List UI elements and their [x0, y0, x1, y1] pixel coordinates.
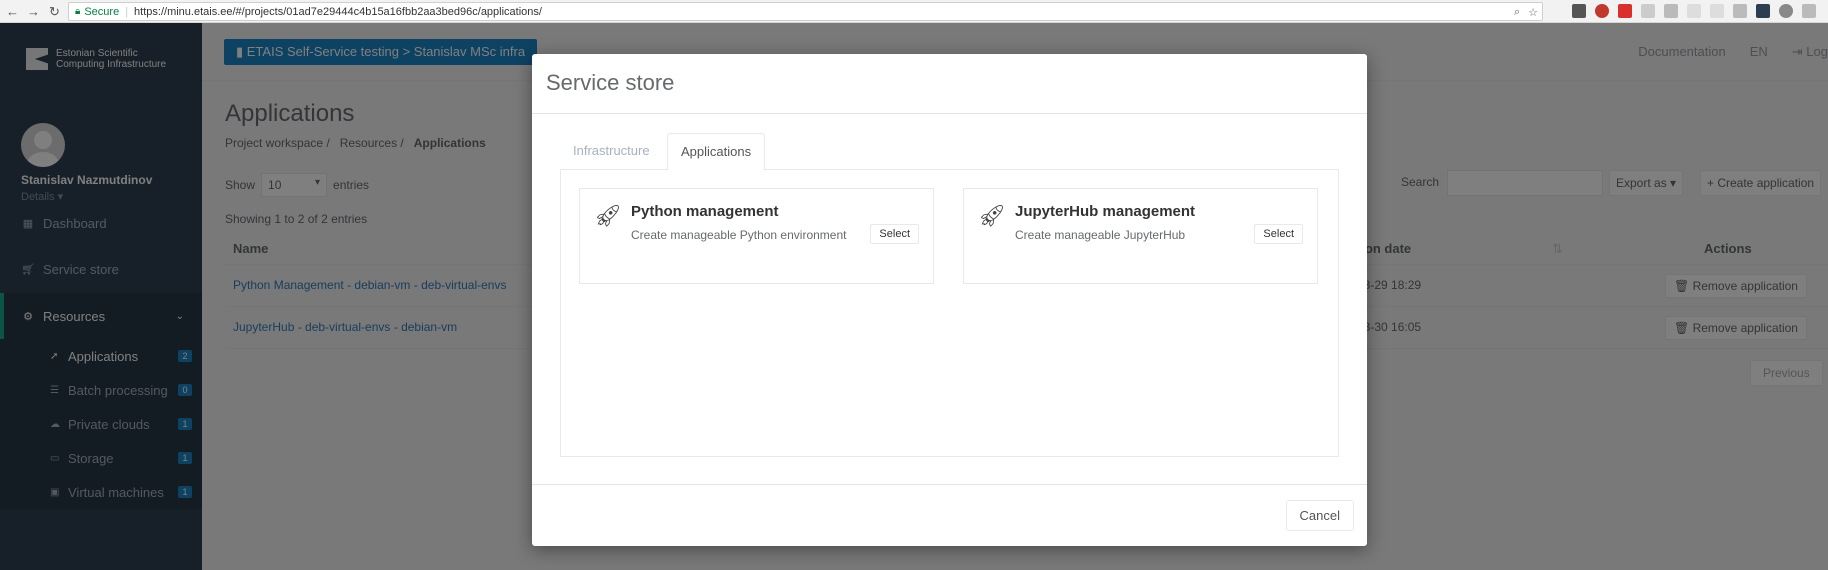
tab-applications[interactable]: Applications: [667, 133, 766, 171]
card-title: JupyterHub management: [1015, 203, 1196, 220]
modal-footer: Cancel: [532, 484, 1367, 546]
extension-icon[interactable]: [1802, 4, 1816, 18]
extension-icon[interactable]: [1710, 4, 1724, 18]
service-store-modal: Service store Infrastructure Application…: [532, 54, 1367, 546]
extension-icon[interactable]: [1733, 4, 1747, 18]
extension-icon[interactable]: [1779, 4, 1793, 18]
forward-arrow-icon[interactable]: →: [25, 3, 42, 20]
star-icon[interactable]: ☆: [1528, 6, 1538, 19]
extension-icon[interactable]: [1595, 4, 1609, 18]
address-bar[interactable]: 🔒︎ Secure | https://minu.etais.ee/#/proj…: [68, 2, 1543, 21]
tab-infrastructure[interactable]: Infrastructure: [560, 133, 663, 170]
card-description: Create manageable JupyterHub: [1015, 228, 1186, 242]
url-separator: |: [125, 5, 129, 18]
service-card-jupyterhub: 🚀︎ JupyterHub management Create manageab…: [963, 188, 1318, 284]
reload-icon[interactable]: ↻: [46, 3, 63, 20]
lock-icon: 🔒︎: [75, 6, 81, 17]
extension-icon[interactable]: [1641, 4, 1655, 18]
extension-icon[interactable]: [1664, 4, 1678, 18]
select-button[interactable]: Select: [1254, 224, 1303, 244]
back-arrow-icon[interactable]: ←: [4, 3, 21, 20]
browser-toolbar: ← → ↻ 🔒︎ Secure | https://minu.etais.ee/…: [0, 0, 1828, 23]
card-title: Python management: [631, 203, 779, 220]
extension-icon[interactable]: [1756, 4, 1770, 18]
select-button[interactable]: Select: [870, 224, 919, 244]
url-text: https://minu.etais.ee/#/projects/01ad7e2…: [134, 5, 542, 18]
card-description: Create manageable Python environment: [631, 228, 847, 242]
tab-panel: 🚀︎ Python management Create manageable P…: [560, 170, 1339, 457]
modal-header: Service store: [532, 54, 1367, 114]
modal-title: Service store: [546, 70, 675, 95]
extension-icon[interactable]: [1618, 4, 1632, 18]
service-card-python: 🚀︎ Python management Create manageable P…: [579, 188, 934, 284]
modal-tabs: Infrastructure Applications: [560, 133, 1339, 171]
extension-icon[interactable]: [1572, 4, 1586, 18]
cancel-button[interactable]: Cancel: [1285, 500, 1354, 531]
extension-icon[interactable]: [1687, 4, 1701, 18]
rocket-icon: 🚀︎: [978, 203, 1006, 228]
rocket-icon: 🚀︎: [594, 203, 622, 228]
secure-label: Secure: [84, 5, 120, 18]
zoom-icon[interactable]: ⌕: [1514, 6, 1520, 19]
